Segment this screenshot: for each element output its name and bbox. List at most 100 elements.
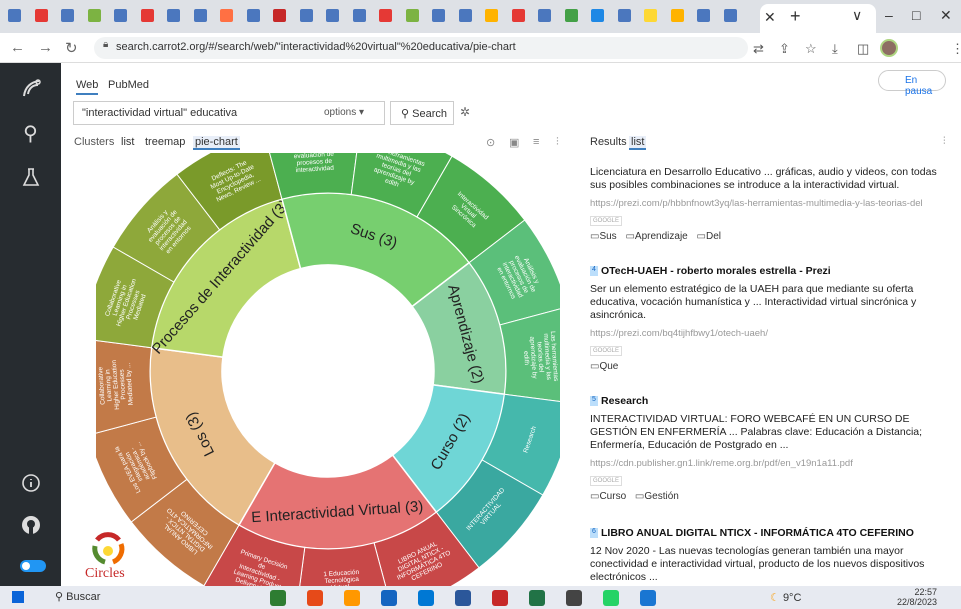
results-settings-icon[interactable]: ⫶ — [943, 136, 946, 147]
result-tag[interactable]: Que — [590, 361, 618, 372]
weather-widget[interactable]: ☾ 9°C — [770, 591, 801, 604]
tab-favicon[interactable] — [87, 9, 101, 22]
tab-favicon[interactable] — [114, 9, 127, 22]
taskbar-app-icon[interactable] — [529, 590, 545, 606]
save-icon[interactable]: ▣ — [509, 136, 519, 149]
windows-start-icon[interactable] — [12, 591, 24, 603]
result-tag[interactable]: Gestión — [635, 491, 679, 502]
result-url[interactable]: https://prezi.com/p/hbbnfnowt3yq/las-her… — [590, 198, 950, 209]
source-tab-pubmed[interactable]: PubMed — [108, 79, 149, 91]
cluster-pie-chart[interactable]: Los (3)Procesos de Interactividad (3) Sus… — [96, 153, 560, 586]
tab-favicon[interactable] — [670, 9, 684, 22]
tab-favicon[interactable] — [193, 9, 207, 22]
close-button[interactable]: ✕ — [940, 7, 952, 24]
tab-favicon[interactable] — [220, 9, 233, 22]
bookmark-star-icon[interactable]: ☆ — [805, 41, 817, 57]
tab-favicon[interactable] — [538, 9, 551, 22]
result-url[interactable]: https://cdn.publisher.gn1.link/reme.org.… — [590, 458, 950, 469]
tab-favicon[interactable] — [697, 9, 710, 22]
taskbar-app-icon[interactable] — [566, 590, 582, 606]
result-title-text: OTecH-UAEH - roberto morales estrella - … — [601, 265, 831, 277]
carrot-logo-icon[interactable] — [0, 77, 61, 106]
settings-icon[interactable]: ⫶ — [556, 136, 559, 149]
tab-favicon[interactable] — [273, 9, 286, 22]
tab-favicon[interactable] — [34, 9, 48, 22]
result-item[interactable]: Licenciatura en Desarrollo Educativo ...… — [590, 166, 950, 242]
result-title[interactable]: 6 LIBRO ANUAL DIGITAL NTICX - INFORMÁTICA… — [590, 527, 950, 539]
info-icon[interactable] — [0, 473, 61, 498]
result-title-text: Research — [601, 395, 649, 407]
result-tag[interactable]: Aprendizaje — [625, 231, 687, 242]
taskbar-app-icon[interactable] — [640, 590, 656, 606]
tab-favicon[interactable] — [458, 9, 472, 22]
tab-pie-chart[interactable]: pie-chart — [193, 136, 240, 150]
theme-toggle[interactable] — [20, 560, 46, 572]
tab-favicon[interactable] — [432, 9, 445, 22]
results-tab-list[interactable]: list — [629, 136, 647, 150]
result-tag[interactable]: Curso — [590, 491, 626, 502]
help-icon[interactable]: ⊙ — [486, 136, 495, 149]
translate-icon[interactable]: ⇄ — [753, 41, 764, 57]
tab-favicon[interactable] — [8, 9, 21, 22]
tab-favicon[interactable] — [352, 9, 366, 22]
tab-favicon[interactable] — [723, 9, 737, 22]
minimize-button[interactable]: – — [885, 7, 893, 23]
taskbar-app-icon[interactable] — [418, 590, 434, 606]
result-item[interactable]: 4 OTecH-UAEH - roberto morales estrella -… — [590, 265, 950, 372]
list-icon[interactable]: ≡ — [533, 136, 539, 148]
taskbar-app-icon[interactable] — [270, 590, 286, 606]
maximize-button[interactable]: □ — [912, 7, 920, 23]
download-icon[interactable]: ⤓ — [832, 41, 838, 57]
profile-button[interactable]: En pausa — [878, 70, 946, 97]
result-item[interactable]: 6 LIBRO ANUAL DIGITAL NTICX - INFORMÁTICA… — [590, 527, 950, 584]
github-icon[interactable] — [0, 515, 61, 540]
tab-favicon[interactable] — [326, 9, 339, 22]
reload-icon[interactable]: ↻ — [65, 39, 78, 57]
result-tag[interactable]: Sus — [590, 231, 617, 242]
sidepanel-icon[interactable]: ◫ — [857, 41, 869, 57]
back-icon[interactable]: ← — [10, 39, 25, 56]
tab-search-dropdown-icon[interactable]: ∨ — [852, 7, 862, 24]
tab-favicon[interactable] — [564, 9, 578, 22]
result-url[interactable]: https://prezi.com/bq4tijhfbwy1/otech-uae… — [590, 328, 950, 339]
url-field[interactable]: search.carrot2.org/#/search/web/"interac… — [94, 37, 748, 59]
flask-icon[interactable] — [0, 167, 61, 192]
search-icon[interactable]: ⚲ — [0, 121, 61, 146]
taskbar-app-icon[interactable] — [381, 590, 397, 606]
tab-favicon[interactable] — [299, 9, 313, 22]
result-title[interactable]: 4 OTecH-UAEH - roberto morales estrella -… — [590, 265, 950, 277]
forward-icon[interactable]: → — [38, 39, 53, 56]
menu-kebab-icon[interactable]: ⋮ — [951, 41, 961, 57]
tab-favicon[interactable] — [511, 9, 525, 22]
source-tab-web[interactable]: Web — [76, 79, 99, 95]
tab-favicon[interactable] — [140, 9, 154, 22]
tab-favicon[interactable] — [246, 9, 260, 22]
tab-favicon[interactable] — [379, 9, 392, 22]
tab-list[interactable]: list — [121, 136, 134, 148]
tab-favicon[interactable] — [644, 9, 657, 22]
pin-icon[interactable]: ✲ — [460, 105, 470, 119]
tab-favicon[interactable] — [61, 9, 74, 22]
result-item[interactable]: 5 Research INTERACTIVIDAD VIRTUAL: FORO W… — [590, 395, 950, 502]
new-tab-button[interactable]: + — [790, 6, 801, 27]
taskbar-app-icon[interactable] — [492, 590, 508, 606]
tab-favicon[interactable] — [167, 9, 180, 22]
search-button[interactable]: ⚲ Search — [390, 101, 454, 125]
tab-favicon[interactable] — [485, 9, 498, 22]
taskbar-search[interactable]: ⚲ Buscar — [55, 590, 100, 603]
taskbar-app-icon[interactable] — [344, 590, 360, 606]
system-clock[interactable]: 22:57 22/8/2023 — [897, 587, 937, 607]
share-icon[interactable]: ⇪ — [779, 41, 790, 57]
taskbar-app-icon[interactable] — [603, 590, 619, 606]
tab-favicon[interactable] — [405, 9, 419, 22]
tab-close-icon[interactable]: ✕ — [764, 9, 776, 26]
tab-favicon[interactable] — [617, 9, 631, 22]
tab-favicon[interactable] — [591, 9, 604, 22]
taskbar-app-icon[interactable] — [307, 590, 323, 606]
tab-treemap[interactable]: treemap — [145, 136, 185, 148]
result-tag[interactable]: Del — [697, 231, 721, 242]
result-title[interactable]: 5 Research — [590, 395, 950, 407]
app-sidebar: ⚲ — [0, 63, 61, 586]
options-dropdown[interactable]: options ▾ — [324, 107, 364, 118]
taskbar-app-icon[interactable] — [455, 590, 471, 606]
